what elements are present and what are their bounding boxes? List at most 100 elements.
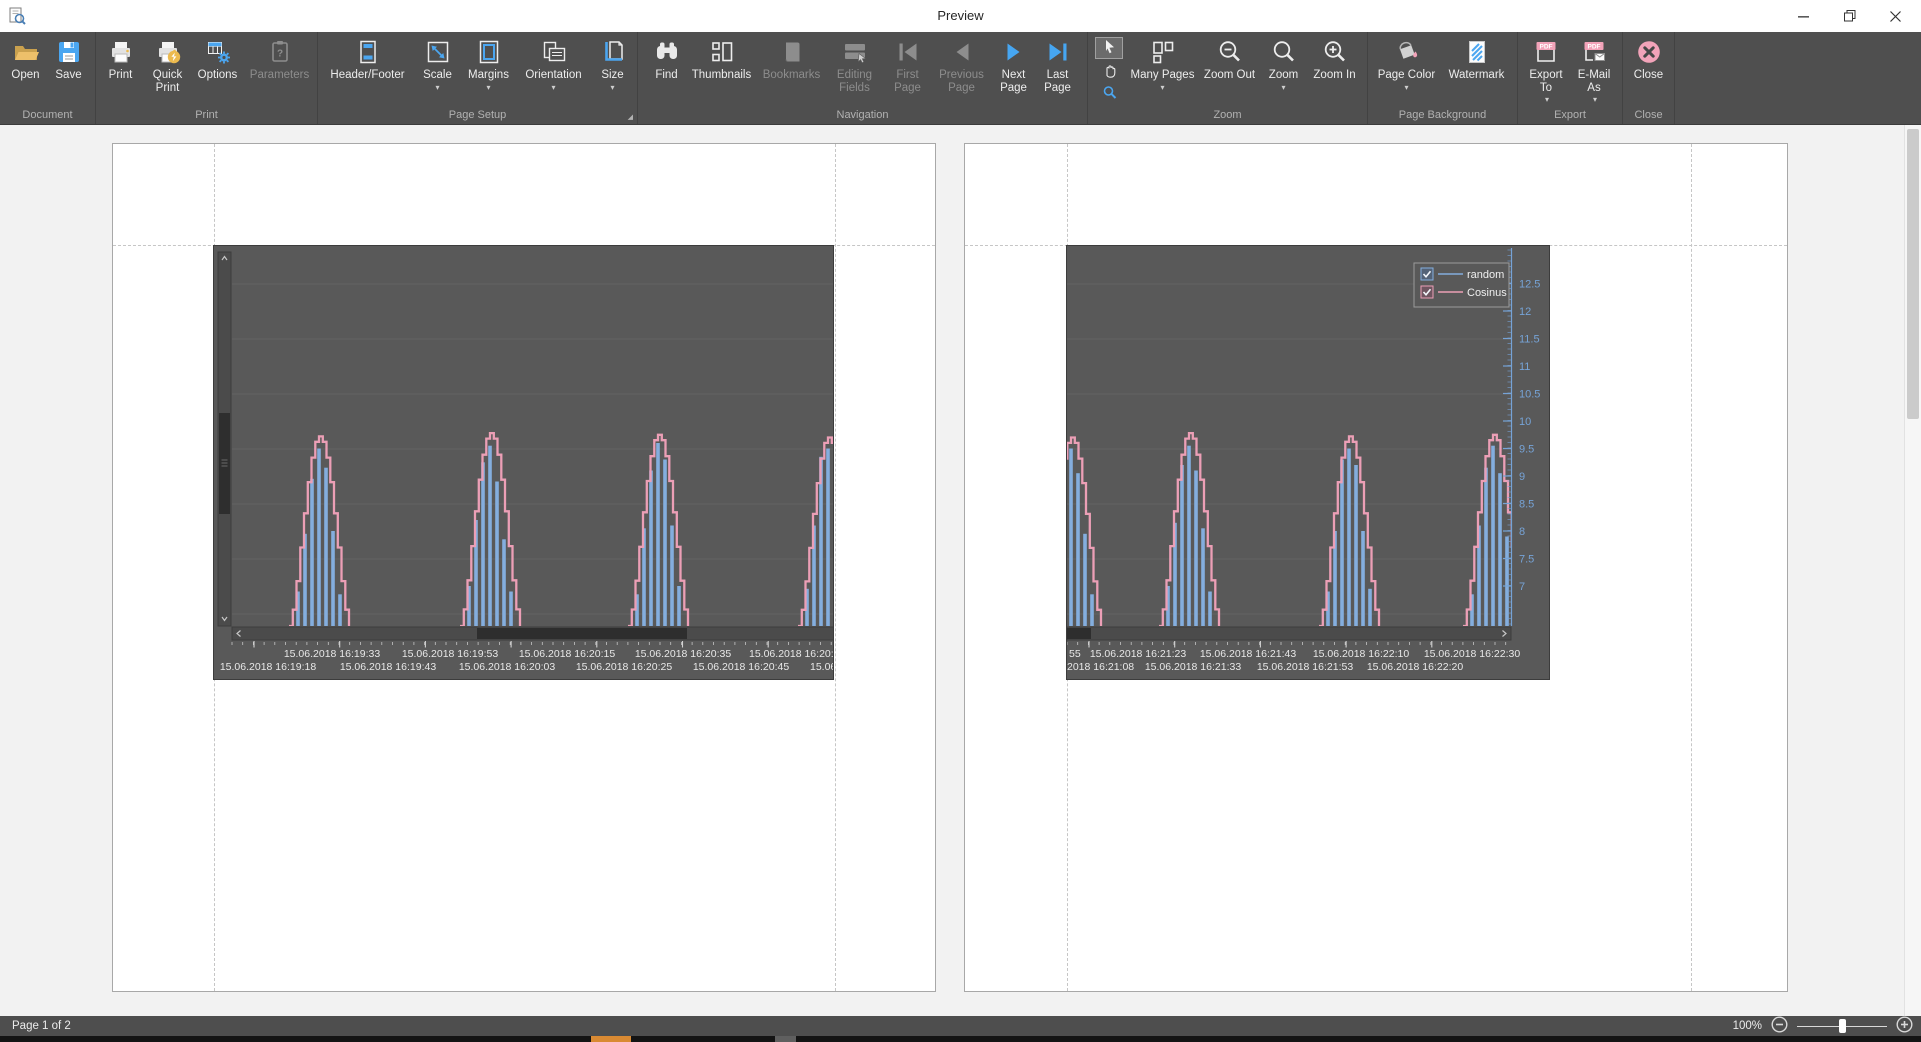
dialog-launcher-icon[interactable]: ◢ bbox=[628, 113, 633, 121]
zoom-button[interactable]: Zoom▾ bbox=[1261, 35, 1307, 105]
button-label: Thumbnails bbox=[692, 69, 751, 82]
random-bar bbox=[656, 443, 660, 626]
button-label: Many Pages bbox=[1131, 69, 1195, 82]
button-label: Size bbox=[601, 69, 623, 82]
y-axis-label: 12.5 bbox=[1519, 279, 1540, 291]
ribbon-group-document: OpenSaveDocument bbox=[0, 32, 96, 124]
minimize-button[interactable] bbox=[1781, 0, 1826, 32]
chart-vertical-scrollbar[interactable] bbox=[218, 252, 231, 626]
button-label: Watermark bbox=[1449, 69, 1505, 82]
watermark-button[interactable]: Watermark bbox=[1441, 35, 1513, 105]
random-bar bbox=[324, 468, 328, 626]
close-preview-button[interactable]: Close bbox=[1627, 35, 1671, 105]
print-button[interactable]: Print bbox=[98, 35, 144, 105]
print-preview-window: Preview OpenSaveDocumentPrintQuick Print… bbox=[0, 0, 1921, 1042]
open-folder-icon bbox=[11, 37, 41, 67]
zoom-slider-thumb[interactable] bbox=[1839, 1019, 1846, 1033]
ribbon-group-caption: Export bbox=[1518, 109, 1622, 121]
print-icon bbox=[106, 37, 136, 67]
many-pages-button[interactable]: Many Pages▾ bbox=[1127, 35, 1199, 105]
find-icon bbox=[652, 37, 682, 67]
margins-button[interactable]: Margins ▾ bbox=[462, 35, 516, 105]
editing-fields-icon bbox=[840, 37, 870, 67]
x-axis-label: 15.06.2 bbox=[810, 661, 833, 673]
random-bar bbox=[1083, 534, 1087, 626]
chart-horizontal-scrollbar[interactable] bbox=[232, 627, 833, 640]
options-button[interactable]: Options bbox=[192, 35, 244, 105]
header-footer-icon bbox=[353, 37, 383, 67]
header-footer-button[interactable]: Header/Footer bbox=[322, 35, 414, 105]
maximize-restore-button[interactable] bbox=[1827, 0, 1872, 32]
first-page-icon bbox=[893, 37, 923, 67]
ribbon-group-caption: Page Setup bbox=[318, 109, 637, 121]
bookmarks-button: Bookmarks bbox=[757, 35, 827, 105]
scrollbar-thumb[interactable] bbox=[477, 628, 687, 639]
zoom-out-button[interactable]: Zoom Out bbox=[1199, 35, 1261, 105]
button-label: Open bbox=[11, 69, 39, 82]
export-to-button[interactable]: PDFExport To▾ bbox=[1522, 35, 1570, 105]
random-bar bbox=[338, 594, 342, 626]
pan-tool-button[interactable] bbox=[1095, 60, 1123, 82]
page-color-button[interactable]: Page Color▾ bbox=[1373, 35, 1441, 105]
legend-checkbox-random[interactable] bbox=[1421, 268, 1433, 280]
legend-label: Cosinus bbox=[1467, 287, 1507, 299]
editing-fields-button: Editing Fields bbox=[827, 35, 883, 105]
ribbon-group-caption: Close bbox=[1623, 109, 1674, 121]
x-axis-label: 15.06.2018 16:19:18 bbox=[220, 661, 317, 673]
zoom-in-button[interactable]: Zoom In bbox=[1307, 35, 1363, 105]
ribbon-group-caption: Page Background bbox=[1368, 109, 1517, 121]
close-window-button[interactable] bbox=[1873, 0, 1918, 32]
legend-checkbox-cosinus[interactable] bbox=[1421, 286, 1433, 298]
previous-page-icon bbox=[947, 37, 977, 67]
zoom-out-step-button[interactable] bbox=[1771, 1016, 1788, 1036]
find-button[interactable]: Find bbox=[647, 35, 687, 105]
last-page-button[interactable]: Last Page bbox=[1037, 35, 1079, 105]
zoom-region-icon bbox=[1100, 83, 1118, 106]
dropdown-arrow-icon: ▾ bbox=[486, 84, 490, 92]
random-bar bbox=[1090, 594, 1094, 626]
zoom-region-tool-button[interactable] bbox=[1095, 83, 1123, 105]
random-bar bbox=[1194, 471, 1198, 627]
quick-print-button[interactable]: Quick Print bbox=[144, 35, 192, 105]
x-axis-label: 15.06.2018 16:21:53 bbox=[1257, 661, 1354, 673]
email-as-button[interactable]: PDFE-Mail As▾ bbox=[1570, 35, 1618, 105]
scrollbar-thumb[interactable] bbox=[1067, 628, 1091, 639]
thumbnails-button[interactable]: Thumbnails bbox=[687, 35, 757, 105]
size-button[interactable]: Size▾ bbox=[592, 35, 634, 105]
scale-button[interactable]: Scale▾ bbox=[414, 35, 462, 105]
save-button[interactable]: Save bbox=[47, 35, 91, 105]
preview-scrollbar-thumb[interactable] bbox=[1907, 129, 1919, 419]
ribbon-group-caption: Navigation bbox=[638, 109, 1087, 121]
next-page-button[interactable]: Next Page bbox=[991, 35, 1037, 105]
zoom-in-icon bbox=[1320, 37, 1350, 67]
x-axis-label: 15.06.2018 16:21:43 bbox=[1200, 648, 1297, 660]
button-label: Previous Page bbox=[939, 69, 984, 94]
window-title: Preview bbox=[0, 0, 1921, 32]
thumbnails-icon bbox=[707, 37, 737, 67]
ribbon-group-caption: Print bbox=[96, 109, 317, 121]
preview-vertical-scrollbar[interactable] bbox=[1904, 125, 1921, 1016]
button-label: Last Page bbox=[1044, 69, 1071, 94]
zoom-in-step-button[interactable] bbox=[1896, 1016, 1913, 1036]
taskbar-edge bbox=[0, 1036, 1921, 1042]
x-axis-label: 15.06.2018 16:21:33 bbox=[1145, 661, 1242, 673]
x-axis-label: 15.06.2018 16:20:5 bbox=[749, 648, 833, 660]
random-bar bbox=[1340, 460, 1344, 627]
svg-text:?: ? bbox=[276, 49, 282, 60]
next-page-icon bbox=[999, 37, 1029, 67]
x-axis-label: 15.06.2018 16:20:35 bbox=[635, 648, 732, 660]
open-button[interactable]: Open bbox=[5, 35, 47, 105]
orientation-button[interactable]: Orientation▾ bbox=[516, 35, 592, 105]
chart-horizontal-scrollbar[interactable] bbox=[1067, 627, 1511, 640]
button-label: Margins bbox=[468, 69, 509, 82]
quick-print-icon bbox=[153, 37, 183, 67]
random-bar bbox=[1347, 449, 1351, 627]
dropdown-arrow-icon: ▾ bbox=[435, 84, 439, 92]
pointer-tool-button[interactable] bbox=[1095, 37, 1123, 59]
random-bar bbox=[1201, 528, 1205, 626]
legend-label: random bbox=[1467, 269, 1504, 281]
zoom-slider[interactable] bbox=[1797, 1019, 1887, 1033]
button-label: Zoom Out bbox=[1204, 69, 1255, 82]
ribbon-group-export: PDFExport To▾PDFE-Mail As▾ Export bbox=[1518, 32, 1623, 124]
random-bar bbox=[1354, 465, 1358, 626]
